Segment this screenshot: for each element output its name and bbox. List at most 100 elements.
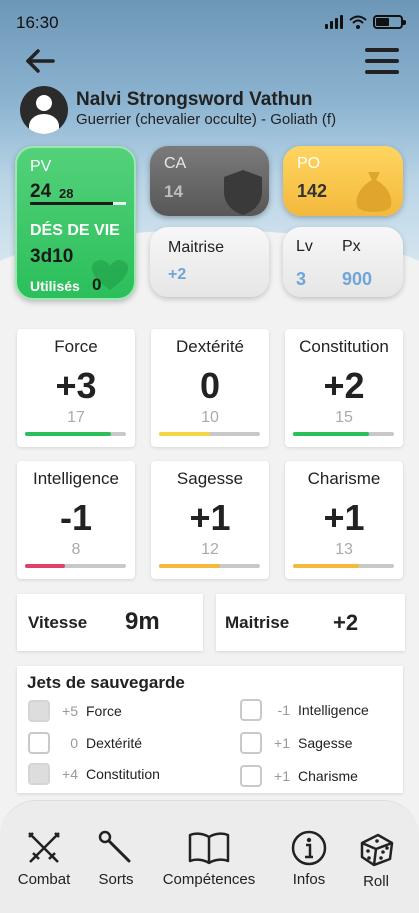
xp-label: Px [342, 238, 361, 255]
nav-label: Roll [363, 873, 389, 890]
battery-icon [373, 15, 406, 29]
pv-label: PV [30, 158, 52, 175]
book-icon [188, 832, 230, 865]
pv-bar [30, 202, 126, 205]
ability-card-intelligence[interactable]: Intelligence -1 8 [17, 461, 135, 579]
ability-bar [25, 564, 126, 568]
pv-max: 28 [59, 186, 74, 201]
save-name: Force [86, 703, 122, 719]
hit-points-card[interactable]: PV 24 28 DÉS DE VIE 3d10 Utilisés 0 [15, 146, 136, 300]
back-arrow-icon[interactable] [24, 48, 56, 74]
level-xp-card[interactable]: Lv Px 3 900 [283, 227, 403, 297]
saving-throws-panel: Jets de sauvegarde +5 Force 0 Dextérité … [17, 666, 403, 793]
save-value: -1 [277, 702, 290, 718]
ability-card-force[interactable]: Force +3 17 [17, 329, 135, 447]
ability-modifier: +1 [323, 497, 365, 538]
po-label: PO [297, 155, 321, 172]
nav-label: Sorts [98, 871, 134, 888]
save-value: +5 [62, 703, 78, 719]
nav-label: Infos [292, 871, 326, 888]
crossed-swords-icon [28, 832, 60, 863]
ability-score: 17 [67, 409, 85, 426]
ability-name: Force [54, 337, 98, 356]
ability-modifier: -1 [59, 497, 92, 538]
save-checkbox[interactable] [240, 699, 262, 721]
proficiency-value: +2 [333, 610, 359, 635]
speed-value: 9m [125, 608, 160, 635]
hit-dice-value: 3d10 [30, 246, 74, 267]
ability-score: 15 [335, 409, 353, 426]
proficiency-label: Maitrise [225, 613, 290, 632]
armor-class-card[interactable]: CA 14 [150, 146, 269, 216]
status-time: 16:30 [16, 13, 59, 32]
save-value: +1 [274, 735, 290, 751]
status-bar: 16:30 [16, 13, 406, 35]
ability-name: Sagesse [176, 469, 244, 488]
bottom-nav: Combat Sorts Compétences Infos Roll [0, 800, 419, 913]
nav-competences[interactable]: Compétences [158, 829, 260, 888]
ability-name: Constitution [299, 337, 389, 356]
save-checkbox[interactable] [28, 732, 50, 754]
save-value: +4 [62, 766, 78, 782]
ability-card-charisme[interactable]: Charisme +1 13 [285, 461, 403, 579]
save-name: Sagesse [298, 735, 353, 751]
info-icon [291, 830, 327, 866]
ability-bar [293, 432, 394, 436]
proficiency-box[interactable]: Maitrise +2 [216, 594, 405, 651]
maitrise-card-label: Maitrise [168, 239, 225, 256]
pv-current: 24 [30, 181, 52, 202]
save-value: 0 [70, 735, 78, 751]
nav-label: Combat [17, 871, 71, 888]
save-name: Intelligence [298, 702, 369, 718]
nav-label: Compétences [162, 871, 256, 888]
proficiency-card[interactable]: Maitrise +2 [150, 227, 269, 297]
ability-card-dexterite[interactable]: Dextérité 0 10 [151, 329, 269, 447]
speed-box[interactable]: Vitesse 9m [17, 594, 203, 651]
save-checkbox[interactable] [240, 732, 262, 754]
save-checkbox[interactable] [28, 700, 50, 722]
character-name: Nalvi Strongsword Vathun [76, 89, 313, 110]
save-value: +1 [274, 768, 290, 784]
character-subtitle: Guerrier (chevalier occulte) - Goliath (… [76, 111, 337, 128]
ability-card-constitution[interactable]: Constitution +2 15 [285, 329, 403, 447]
hit-dice-label: DÉS DE VIE [30, 222, 120, 239]
ability-modifier: +3 [55, 365, 97, 406]
save-checkbox[interactable] [240, 765, 262, 787]
hamburger-menu-icon[interactable] [365, 48, 399, 74]
saving-throws-title: Jets de sauvegarde [27, 673, 185, 692]
coin-bag-icon [356, 172, 392, 212]
gold-card[interactable]: PO 142 [283, 146, 403, 216]
signal-icon [325, 15, 343, 29]
ability-modifier: +1 [189, 497, 231, 538]
nav-infos[interactable]: Infos [285, 829, 333, 888]
save-name: Constitution [86, 766, 160, 782]
ca-label: CA [164, 155, 187, 172]
level-value: 3 [296, 269, 307, 289]
nav-sorts[interactable]: Sorts [92, 829, 140, 888]
nav-roll[interactable]: Roll [352, 829, 400, 890]
ability-score: 8 [71, 541, 81, 558]
ability-modifier: +2 [323, 365, 365, 406]
used-label: Utilisés [30, 278, 80, 294]
wifi-icon [349, 15, 367, 29]
wand-icon [98, 830, 131, 863]
save-checkbox[interactable] [28, 763, 50, 785]
maitrise-card-value: +2 [168, 266, 187, 283]
xp-value: 900 [342, 269, 373, 289]
ability-bar [293, 564, 394, 568]
save-name: Charisme [298, 768, 358, 784]
heart-icon [92, 260, 128, 290]
ability-bar [159, 432, 260, 436]
speed-label: Vitesse [28, 613, 88, 632]
shield-icon [224, 170, 262, 215]
ability-score: 10 [201, 409, 219, 426]
save-name: Dextérité [86, 735, 143, 751]
avatar[interactable] [20, 86, 68, 134]
po-value: 142 [297, 181, 328, 201]
ability-bar [25, 432, 126, 436]
ca-value: 14 [164, 182, 183, 201]
ability-score: 12 [201, 541, 219, 558]
ability-score: 13 [335, 541, 353, 558]
ability-card-sagesse[interactable]: Sagesse +1 12 [151, 461, 269, 579]
nav-combat[interactable]: Combat [12, 829, 76, 888]
